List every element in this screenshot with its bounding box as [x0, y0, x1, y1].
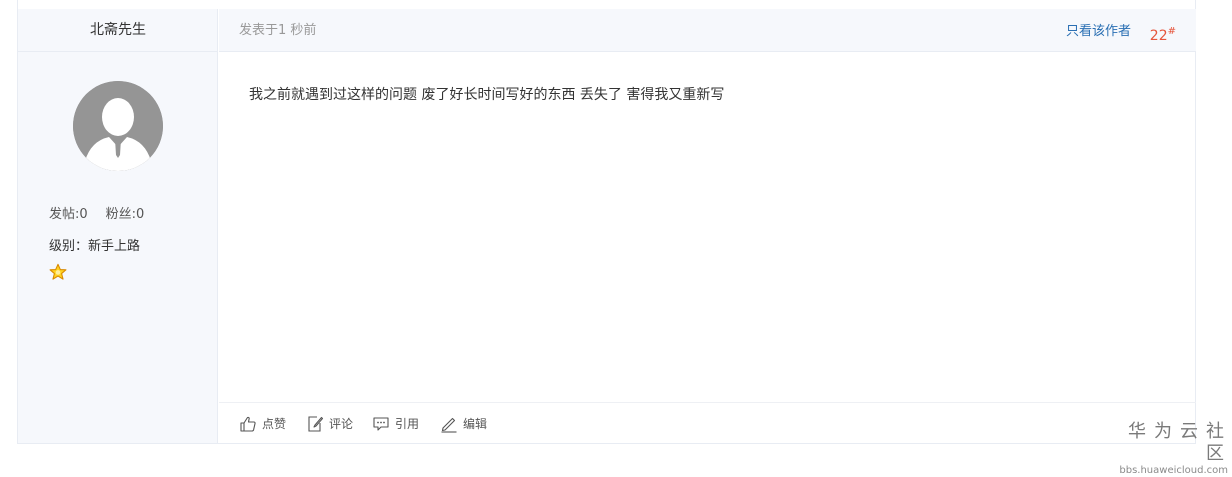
quote-bubble-icon	[373, 416, 389, 431]
comment-edit-icon	[308, 415, 324, 432]
star-icon	[49, 263, 67, 280]
pencil-icon	[441, 417, 457, 433]
watermark-url: bbs.huaweicloud.com	[1119, 465, 1228, 476]
floor-value: 22	[1149, 28, 1168, 44]
comment-button[interactable]: 评论	[306, 403, 353, 444]
watermark-title: 华为云社区	[1128, 421, 1232, 464]
edit-button[interactable]: 编辑	[440, 403, 487, 444]
author-name[interactable]: 北斋先生	[18, 9, 218, 52]
fans-count: 粉丝:0	[105, 207, 145, 222]
post-card: 北斋先生 发帖:0 粉丝:0 级别：新手上路 发表于1 秒前 只看该作者 22# …	[17, 0, 1196, 444]
like-button[interactable]: 点赞	[239, 403, 286, 444]
top-strip	[18, 0, 1195, 9]
avatar[interactable]	[73, 81, 163, 171]
watermark: 华为云社区 bbs.huaweicloud.com	[1108, 421, 1232, 477]
author-level: 级别：新手上路	[49, 239, 141, 254]
default-avatar-icon	[73, 81, 163, 171]
floor-number[interactable]: 22#	[1150, 9, 1176, 59]
posts-count: 发帖:0	[49, 207, 88, 222]
quote-button[interactable]: 引用	[372, 403, 419, 444]
post-time: 发表于1 秒前	[239, 23, 317, 38]
author-sidebar: 北斋先生 发帖:0 粉丝:0 级别：新手上路	[18, 9, 218, 443]
post-content: 我之前就遇到过这样的问题 废了好长时间写好的东西 丢失了 害得我又重新写	[249, 87, 725, 103]
like-label: 点赞	[262, 417, 287, 431]
post-header: 发表于1 秒前 只看该作者 22#	[219, 9, 1196, 52]
quote-label: 引用	[395, 417, 420, 431]
edit-label: 编辑	[463, 417, 488, 431]
floor-suffix: #	[1167, 26, 1176, 37]
post-actions: 点赞 评论 引用 编辑	[219, 402, 1196, 443]
comment-label: 评论	[329, 417, 354, 431]
author-stats: 发帖:0 粉丝:0	[49, 203, 162, 222]
thumbs-up-icon	[240, 416, 256, 432]
only-author-link[interactable]: 只看该作者	[1066, 9, 1131, 54]
